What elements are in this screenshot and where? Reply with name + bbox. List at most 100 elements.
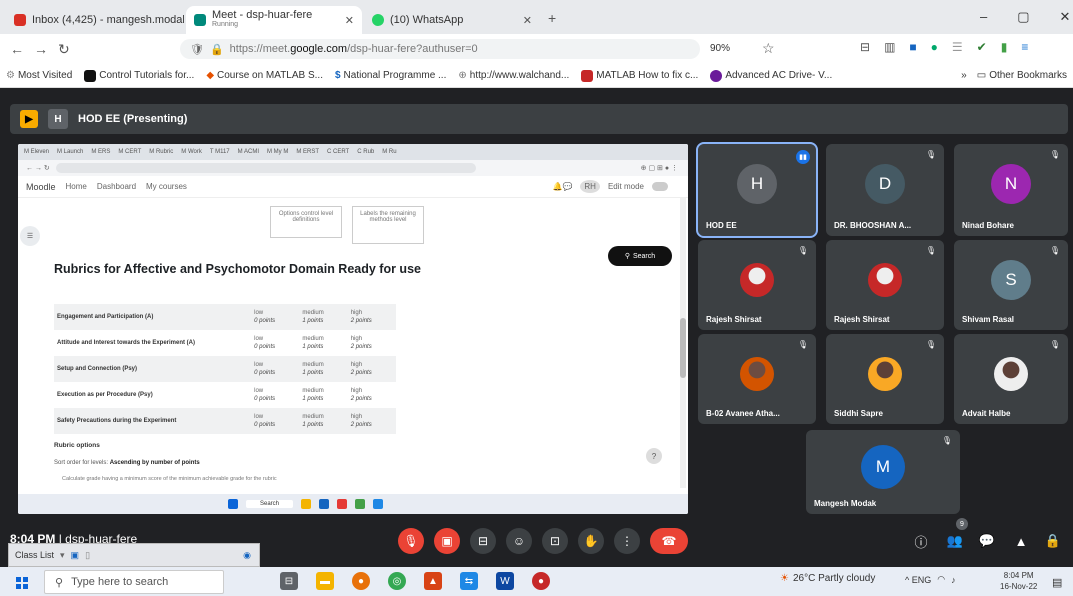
- maximize-button[interactable]: ▢: [1017, 9, 1029, 25]
- participant-name: Ninad Bohare: [962, 221, 1015, 230]
- class-list-window[interactable]: Class List ▾ ▣ ▯ ◉: [8, 543, 260, 567]
- participant-tile[interactable]: Advait Halbe 🎙: [954, 334, 1068, 424]
- minimize-button[interactable]: –: [980, 9, 987, 25]
- participant-tile[interactable]: B-02 Avanee Atha... 🎙: [698, 334, 816, 424]
- file-explorer-icon[interactable]: ▬: [316, 572, 334, 590]
- word-icon[interactable]: W: [496, 572, 514, 590]
- star-icon[interactable]: ☆: [762, 40, 775, 57]
- app-icon: [355, 499, 366, 509]
- moodle-navbar: Moodle Home Dashboard My courses 🔔💬 RH E…: [18, 176, 688, 198]
- host-controls-button[interactable]: 🔒: [1042, 530, 1064, 552]
- chart-extension-icon[interactable]: ▮: [1001, 40, 1008, 54]
- participant-avatar: N: [991, 164, 1031, 205]
- record-icon[interactable]: ●: [532, 572, 550, 590]
- shared-taskbar: Search: [18, 494, 688, 514]
- shield-extension-icon[interactable]: ■: [909, 40, 916, 54]
- tab-meet[interactable]: Meet - dsp-huar-fere Running ✕: [186, 6, 362, 34]
- chat-button[interactable]: 💬: [976, 530, 998, 552]
- grammar-icon[interactable]: ☰: [952, 40, 963, 54]
- close-icon[interactable]: ✕: [523, 14, 532, 27]
- rubric-level: low 0 points: [254, 362, 276, 376]
- info-button[interactable]: ⓘ: [910, 530, 932, 552]
- windows-start-button[interactable]: [16, 577, 28, 589]
- participant-tile[interactable]: Rajesh Shirsat 🎙: [826, 240, 944, 330]
- level-card: Options control level definitions: [270, 206, 342, 238]
- bookmark-item[interactable]: Advanced AC Drive- V...: [710, 69, 832, 82]
- chat-icon: 💬: [978, 533, 996, 548]
- bookmark-item[interactable]: ⚙ Most Visited: [6, 70, 72, 81]
- participant-avatar: D: [865, 164, 905, 205]
- bookmark-item[interactable]: ⊕ http://www.walchand...: [458, 70, 569, 81]
- emoji-button[interactable]: ☺: [506, 528, 532, 554]
- chrome-icon[interactable]: ◎: [388, 572, 406, 590]
- library-icon[interactable]: ▥: [884, 40, 895, 54]
- rubric-level: high 2 points: [350, 336, 372, 350]
- camera-off-button[interactable]: ▣: [434, 528, 460, 554]
- raise-hand-button[interactable]: ✋: [578, 528, 604, 554]
- present-button[interactable]: ⊡: [542, 528, 568, 554]
- system-tray[interactable]: ^ ENG ◠ ♪: [905, 574, 956, 585]
- bookmark-item[interactable]: MATLAB How to fix c...: [581, 69, 698, 82]
- level-card: Labels the remaining methods level: [352, 206, 424, 244]
- menu-icon[interactable]: ≡: [1021, 40, 1028, 54]
- taskbar-clock[interactable]: 8:04 PM 16-Nov-22: [1000, 570, 1037, 592]
- rubric-level: low 0 points: [254, 414, 276, 428]
- leave-call-button[interactable]: ☎: [650, 528, 688, 554]
- rubric-row: Engagement and Participation (A) low 0 poi…: [54, 304, 396, 330]
- mic-muted-icon: 🎙: [941, 436, 952, 445]
- extension-icon[interactable]: ●: [931, 40, 938, 54]
- rubric-level: medium 1 points: [302, 388, 324, 402]
- presentation-icon: ▶: [20, 110, 38, 128]
- presentation-bar: ▶ H HOD EE (Presenting): [10, 104, 1068, 134]
- more-options-button[interactable]: ⋮: [614, 528, 640, 554]
- bookmark-item[interactable]: $ National Programme ...: [335, 70, 446, 81]
- doc-icon: ▯: [85, 549, 91, 560]
- close-icon[interactable]: ✕: [345, 14, 354, 27]
- bookmark-item[interactable]: Control Tutorials for...: [84, 69, 194, 82]
- rubric-heading: Rubrics for Affective and Psychomotor Do…: [54, 262, 421, 276]
- sort-order: Sort order for levels: Ascending by numb…: [54, 460, 200, 466]
- captions-icon: ⊟: [477, 534, 489, 548]
- zoom-level[interactable]: 90%: [710, 43, 730, 54]
- lock-person-icon: 🔒: [1044, 533, 1062, 548]
- other-bookmarks[interactable]: ▭ Other Bookmarks: [977, 70, 1067, 81]
- mic-muted-icon: 🎙: [925, 340, 936, 349]
- forward-icon[interactable]: →: [34, 41, 48, 57]
- firefox-icon[interactable]: ●: [352, 572, 370, 590]
- participant-tile[interactable]: H HOD EE ▮▮: [696, 142, 818, 238]
- mic-off-button[interactable]: 🎙: [398, 528, 424, 554]
- participant-photo: [994, 356, 1028, 391]
- back-icon[interactable]: ←: [10, 41, 24, 57]
- matlab-icon[interactable]: ▲: [424, 572, 442, 590]
- task-view-icon[interactable]: ⊟: [280, 572, 298, 590]
- captions-button[interactable]: ⊟: [470, 528, 496, 554]
- address-bar[interactable]: 🛡 🔒 https://meet. google.com/dsp-huar-fer…: [180, 39, 700, 59]
- check-icon[interactable]: ✔: [977, 40, 987, 54]
- tab-whatsapp[interactable]: (10) WhatsApp ✕: [364, 6, 540, 34]
- more-bookmarks-icon[interactable]: »: [961, 70, 967, 81]
- shared-tab: T M117: [209, 149, 230, 155]
- participant-tile[interactable]: N Ninad Bohare 🎙: [954, 144, 1068, 236]
- bookmark-item[interactable]: ◆ Course on MATLAB S...: [206, 70, 323, 81]
- participant-tile[interactable]: M Mangesh Modak 🎙: [806, 430, 960, 514]
- new-tab-button[interactable]: +: [548, 10, 556, 26]
- weather-widget[interactable]: ☀ 26°C Partly cloudy: [780, 573, 875, 584]
- participant-tile[interactable]: Rajesh Shirsat 🎙: [698, 240, 816, 330]
- reload-icon[interactable]: ↻: [58, 41, 70, 58]
- shared-scrollbar: [680, 198, 686, 488]
- close-window-button[interactable]: ✕: [1060, 9, 1071, 25]
- participant-photo: [868, 356, 902, 391]
- participant-tile[interactable]: Siddhi Sapre 🎙: [826, 334, 944, 424]
- participant-tile[interactable]: D DR. BHOOSHAN A... 🎙: [826, 144, 944, 236]
- notifications-icon[interactable]: ▤: [1052, 576, 1062, 589]
- taskbar-search-box[interactable]: ⚲ Type here to search: [44, 570, 224, 594]
- app-icon[interactable]: ⇆: [460, 572, 478, 590]
- people-button[interactable]: 👥: [944, 530, 966, 552]
- windows-icon: [228, 499, 238, 509]
- activities-button[interactable]: ▲: [1010, 530, 1032, 552]
- participant-tile[interactable]: S Shivam Rasal 🎙: [954, 240, 1068, 330]
- pocket-icon[interactable]: ⊟: [860, 40, 870, 54]
- toggle-icon[interactable]: ◉: [243, 550, 259, 561]
- rubric-table: Engagement and Participation (A) low 0 poi…: [54, 304, 396, 434]
- tab-inbox[interactable]: Inbox (4,425) - mangesh.modak@... ✕: [6, 6, 184, 34]
